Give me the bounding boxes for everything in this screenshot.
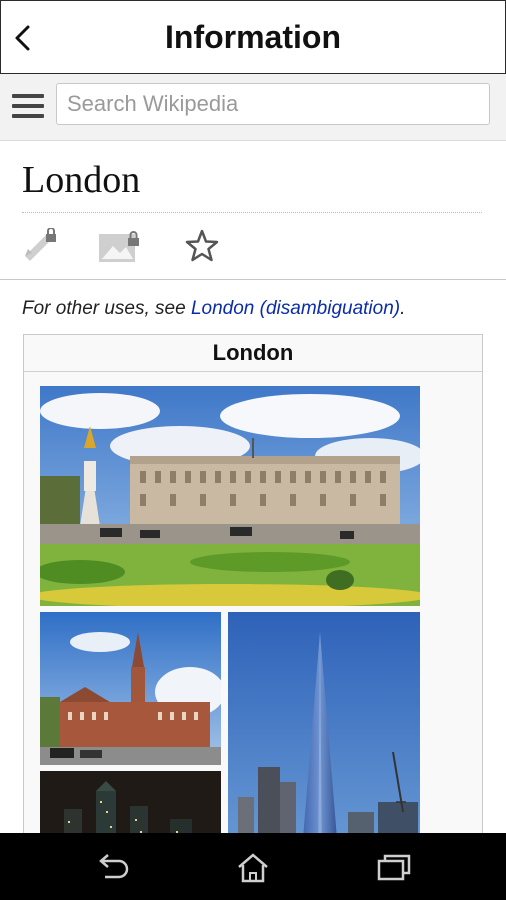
app-bar-title: Information xyxy=(165,19,341,55)
infobox-title: London xyxy=(24,335,482,372)
buckingham-palace-photo[interactable] xyxy=(40,386,420,606)
back-arrow-icon[interactable] xyxy=(93,851,133,883)
page-title: London xyxy=(22,159,141,201)
locked-image-icon[interactable] xyxy=(98,228,142,264)
hatnote-prefix: For other uses, see xyxy=(22,298,191,319)
st-pancras-photo[interactable] xyxy=(40,612,221,765)
hamburger-menu-icon[interactable] xyxy=(12,94,44,120)
infobox: London xyxy=(23,334,483,876)
hatnote: For other uses, see London (disambiguati… xyxy=(22,298,405,320)
recent-apps-icon[interactable] xyxy=(374,851,414,883)
disambiguation-link[interactable]: London (disambiguation) xyxy=(191,298,400,319)
home-icon[interactable] xyxy=(233,851,273,883)
system-nav-bar xyxy=(0,833,506,900)
app-bar: Information xyxy=(0,0,506,74)
title-divider xyxy=(22,212,482,213)
search-bar: Search Wikipedia xyxy=(0,74,506,141)
locked-pencil-icon[interactable] xyxy=(22,228,58,264)
search-input[interactable]: Search Wikipedia xyxy=(56,83,490,125)
hatnote-suffix: . xyxy=(400,298,406,319)
actions-divider xyxy=(0,279,506,280)
star-outline-icon[interactable] xyxy=(184,228,220,264)
